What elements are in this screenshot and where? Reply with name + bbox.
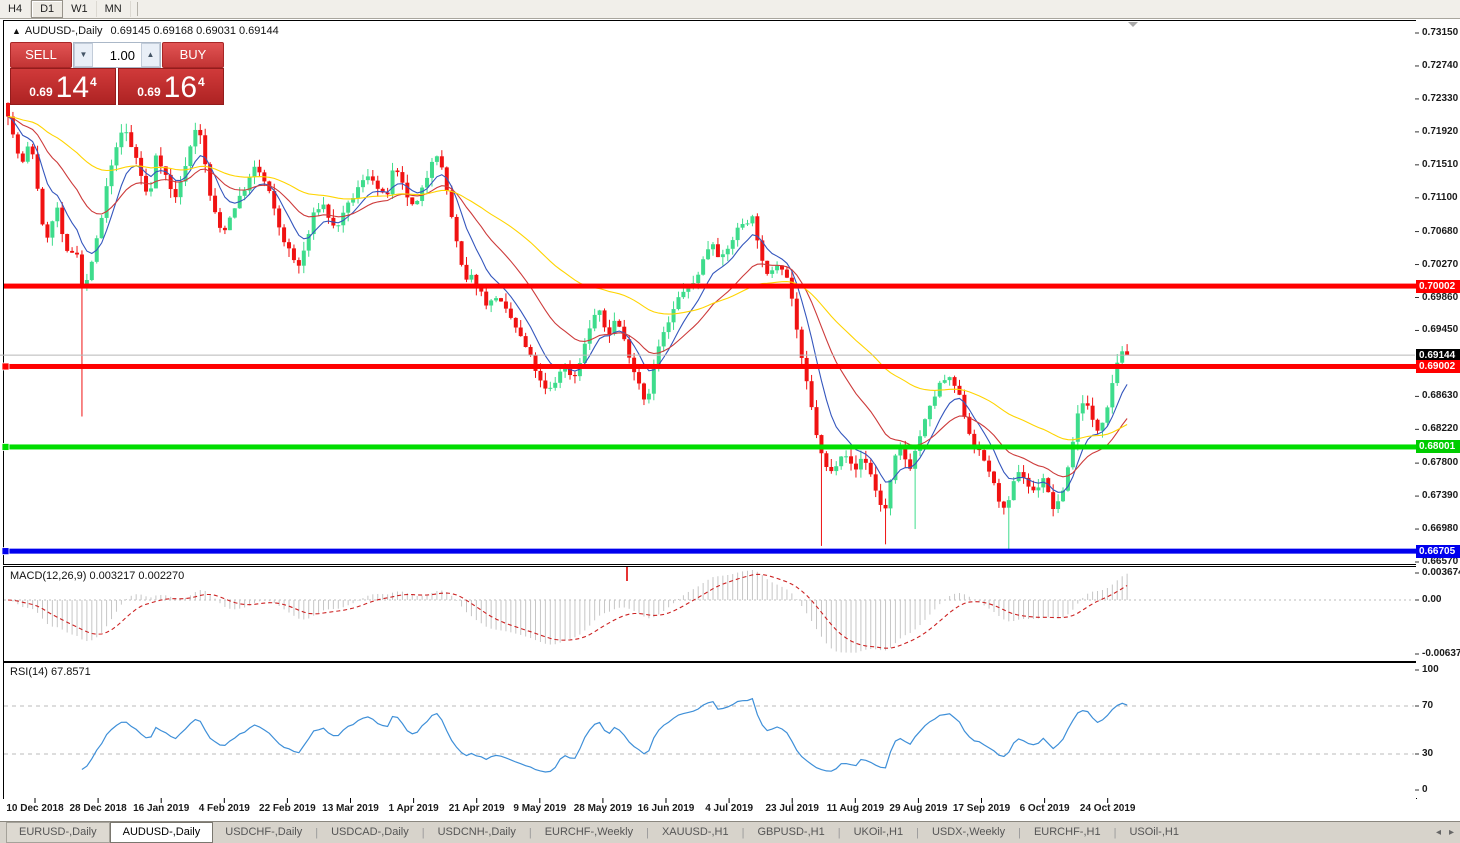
chart-tab-bar: EURUSD-,DailyAUDUSD-,DailyUSDCHF-,Daily|… (0, 821, 1460, 843)
price-axis-label: 0.67390 (1422, 490, 1458, 501)
sell-price-small: 0.69 (29, 85, 52, 99)
volume-decrease-button[interactable]: ▼ (74, 43, 93, 67)
timeframe-button-h4[interactable]: H4 (0, 1, 31, 17)
chart-tab-eurchf-weekly[interactable]: EURCHF-,Weekly (533, 823, 645, 842)
rsi-panel[interactable] (3, 662, 1417, 800)
price-axis-label: 0.68630 (1422, 390, 1458, 401)
chart-tab-usoil-h1[interactable]: USOil-,H1 (1117, 823, 1191, 842)
chart-tab-usdcad-daily[interactable]: USDCAD-,Daily (319, 823, 421, 842)
chart-title: ▲ AUDUSD-,Daily 0.69145 0.69168 0.69031 0.… (12, 25, 279, 37)
date-axis-label: 22 Feb 2019 (259, 803, 316, 814)
price-tag-0.69002: 0.69002 (1416, 360, 1460, 373)
chart-ohlc-values: 0.69145 0.69168 0.69031 0.69144 (111, 25, 279, 37)
volume-increase-button[interactable]: ▲ (141, 43, 160, 67)
tab-separator: | (838, 827, 841, 839)
price-axis-label: 0.66570 (1422, 556, 1458, 567)
price-tag-0.70002: 0.70002 (1416, 280, 1460, 293)
volume-box: ▼ ▲ (73, 42, 161, 68)
price-tag-0.66705: 0.66705 (1416, 545, 1460, 558)
timeframe-toolbar: H4D1W1MN (0, 0, 1460, 19)
date-axis-label: 9 May 2019 (513, 803, 566, 814)
date-axis-label: 24 Oct 2019 (1080, 803, 1136, 814)
date-axis-label: 11 Aug 2019 (827, 803, 884, 814)
chart-tab-usdcnh-daily[interactable]: USDCNH-,Daily (426, 823, 528, 842)
chart-tab-usdx-weekly[interactable]: USDX-,Weekly (920, 823, 1017, 842)
chart-tab-eurusd-daily[interactable]: EURUSD-,Daily (6, 822, 110, 843)
buy-price-big: 16 (164, 75, 197, 101)
sell-button[interactable]: SELL (10, 42, 72, 68)
price-axis-label: 0.71920 (1422, 126, 1458, 137)
date-axis-label: 1 Apr 2019 (388, 803, 438, 814)
date-axis-label: 17 Sep 2019 (953, 803, 1010, 814)
price-axis-label: 0.70270 (1422, 259, 1458, 270)
timeframe-button-d1[interactable]: D1 (31, 0, 63, 18)
date-axis-label: 28 May 2019 (574, 803, 632, 814)
tab-separator: | (742, 827, 745, 839)
price-axis-label: 0.71510 (1422, 159, 1458, 170)
timeframe-button-mn[interactable]: MN (97, 1, 131, 17)
chart-tab-ukoil-h1[interactable]: UKOil-,H1 (842, 823, 916, 842)
tab-separator: | (315, 827, 318, 839)
buy-price-sup: 4 (198, 75, 205, 89)
price-axis-label: 0.71100 (1422, 192, 1458, 203)
macd-axis-label: 0.003674 (1422, 567, 1460, 578)
price-axis-label: 0.69860 (1422, 292, 1458, 303)
sell-price-sup: 4 (90, 75, 97, 89)
buy-button[interactable]: BUY (162, 42, 224, 68)
tab-separator: | (916, 827, 919, 839)
date-axis-label: 4 Feb 2019 (199, 803, 250, 814)
rsi-axis-label: 100 (1422, 664, 1439, 675)
chart-symbol-label: AUDUSD-,Daily (25, 25, 103, 37)
date-axis-label: 16 Jun 2019 (638, 803, 695, 814)
tab-separator: | (1114, 827, 1117, 839)
tab-scroll-left-icon[interactable]: ◂ (1436, 827, 1441, 838)
date-axis-label: 21 Apr 2019 (449, 803, 505, 814)
price-axis-label: 0.70680 (1422, 226, 1458, 237)
one-click-trading-panel: SELL ▼ ▲ BUY 0.69144 0.69164 (10, 42, 224, 105)
price-axis-label: 0.72740 (1422, 60, 1458, 71)
date-axis-label: 13 Mar 2019 (322, 803, 379, 814)
chart-tab-usdchf-daily[interactable]: USDCHF-,Daily (213, 823, 314, 842)
price-axis-label: 0.67800 (1422, 457, 1458, 468)
macd-panel[interactable] (3, 566, 1417, 662)
rsi-label: RSI(14) 67.8571 (10, 666, 91, 678)
macd-axis-label: 0.00 (1422, 594, 1441, 605)
date-axis-label: 6 Oct 2019 (1020, 803, 1070, 814)
tab-separator: | (422, 827, 425, 839)
price-axis-label: 0.69450 (1422, 324, 1458, 335)
timeframe-button-w1[interactable]: W1 (63, 1, 97, 17)
chart-tab-audusd-daily[interactable]: AUDUSD-,Daily (110, 822, 214, 843)
tab-separator: | (646, 827, 649, 839)
price-axis-label: 0.73150 (1422, 27, 1458, 38)
collapse-panel-arrow-icon[interactable]: ▲ (12, 26, 21, 36)
date-axis-label: 16 Jan 2019 (133, 803, 189, 814)
price-axis-label: 0.66980 (1422, 523, 1458, 534)
rsi-axis-label: 30 (1422, 748, 1433, 759)
date-axis-label: 4 Jul 2019 (705, 803, 753, 814)
date-axis-label: 28 Dec 2018 (69, 803, 126, 814)
chart-tab-xauusd-h1[interactable]: XAUUSD-,H1 (650, 823, 741, 842)
chart-tab-eurchf-h1[interactable]: EURCHF-,H1 (1022, 823, 1113, 842)
sell-price-big: 14 (56, 75, 89, 101)
toolbar-separator (137, 2, 138, 16)
price-axis-label: 0.68220 (1422, 423, 1458, 434)
date-axis-label: 23 Jul 2019 (766, 803, 819, 814)
macd-label: MACD(12,26,9) 0.003217 0.002270 (10, 570, 184, 582)
buy-price-small: 0.69 (137, 85, 160, 99)
date-axis-label: 10 Dec 2018 (6, 803, 63, 814)
volume-input[interactable] (93, 43, 141, 67)
tab-separator: | (529, 827, 532, 839)
tab-scroll-controls: ◂ ▸ (1436, 822, 1454, 843)
tab-separator: | (1018, 827, 1021, 839)
price-tag-0.68001: 0.68001 (1416, 440, 1460, 453)
buy-price-quote[interactable]: 0.69 164 (118, 68, 224, 105)
macd-axis-label: -0.006378 (1422, 648, 1460, 659)
date-axis-label: 29 Aug 2019 (889, 803, 947, 814)
rsi-axis-label: 0 (1422, 784, 1428, 795)
sell-price-quote[interactable]: 0.69 144 (10, 68, 116, 105)
rsi-axis-label: 70 (1422, 700, 1433, 711)
tab-scroll-right-icon[interactable]: ▸ (1449, 827, 1454, 838)
price-axis-label: 0.72330 (1422, 93, 1458, 104)
chart-tab-gbpusd-h1[interactable]: GBPUSD-,H1 (745, 823, 836, 842)
